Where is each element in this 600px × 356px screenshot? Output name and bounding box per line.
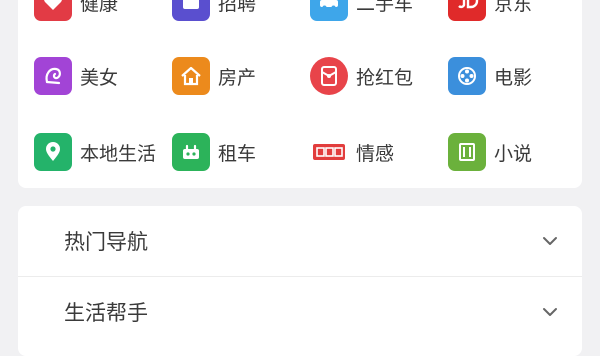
grid-item-movie[interactable]: 电影 <box>448 56 532 96</box>
red-envelope-icon <box>310 57 348 95</box>
grid-item-car-rental[interactable]: 租车 <box>172 132 256 172</box>
house-icon <box>172 57 210 95</box>
grid-item-label: 电影 <box>494 66 533 89</box>
nav-accordion: 热门导航 生活帮手 <box>18 206 582 356</box>
grid-item-recruit[interactable]: 招聘 <box>172 0 256 22</box>
grid-item-label: 招聘 <box>218 0 257 15</box>
section-label: 热门导航 <box>64 230 148 254</box>
section-hot-navigation[interactable]: 热门导航 <box>18 206 582 276</box>
grid-item-red-envelope[interactable]: 抢红包 <box>310 56 413 96</box>
book-icon <box>448 133 486 171</box>
film-reel-icon <box>448 57 486 95</box>
grid-item-label: 小说 <box>494 142 533 165</box>
grid-item-label: 情感 <box>356 142 395 165</box>
grid-item-label: 美女 <box>80 66 119 89</box>
location-pin-icon <box>34 133 72 171</box>
emotion-icon <box>310 133 348 171</box>
grid-item-jd[interactable]: 京东 <box>448 0 532 22</box>
grid-item-local-life[interactable]: 本地生活 <box>34 132 156 172</box>
grid-item-label: 二手车 <box>356 0 414 15</box>
grid-item-label: 京东 <box>494 0 533 15</box>
grid-item-label: 租车 <box>218 142 257 165</box>
car-icon <box>310 0 348 21</box>
health-icon <box>34 0 72 21</box>
section-life-helper[interactable]: 生活帮手 <box>18 276 582 346</box>
grid-item-label: 健康 <box>80 0 119 15</box>
grid-item-label: 房产 <box>218 66 257 89</box>
jd-icon <box>448 0 486 21</box>
grid-item-label: 抢红包 <box>356 66 414 89</box>
grid-item-novel[interactable]: 小说 <box>448 132 532 172</box>
grid-item-health[interactable]: 健康 <box>34 0 118 22</box>
grid-item-label: 本地生活 <box>80 142 157 165</box>
grid-item-property[interactable]: 房产 <box>172 56 256 96</box>
section-label: 生活帮手 <box>64 300 148 325</box>
grid-item-emotion[interactable]: 情感 <box>310 132 394 172</box>
beauty-icon <box>34 57 72 95</box>
category-grid: 健康 招聘 二手车 京东 美女 房产 抢红包 电影 本地生活 租车 情感 小说 <box>18 0 582 188</box>
chevron-down-icon[interactable] <box>542 236 558 246</box>
grid-item-used-car[interactable]: 二手车 <box>310 0 413 22</box>
grid-item-beauty[interactable]: 美女 <box>34 56 118 96</box>
briefcase-icon <box>172 0 210 21</box>
chevron-down-icon[interactable] <box>542 307 558 317</box>
rent-car-icon <box>172 133 210 171</box>
